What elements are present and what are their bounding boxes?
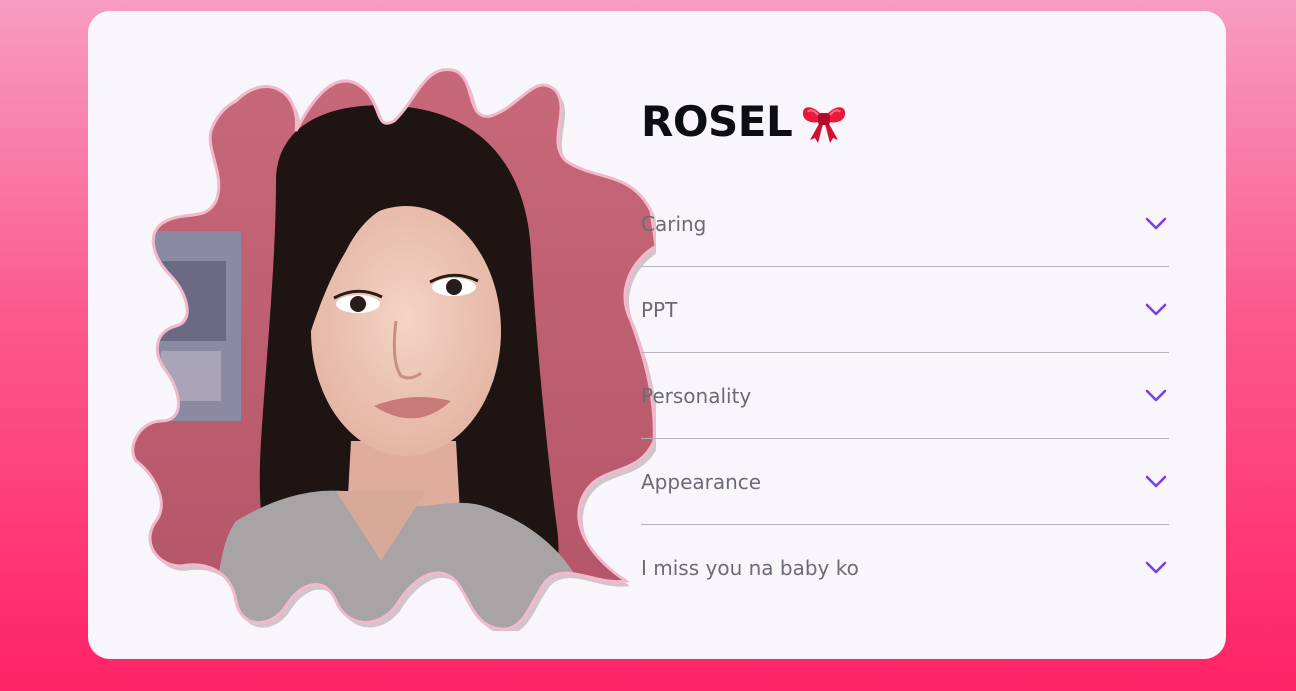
- accordion-item-label: Personality: [641, 383, 752, 408]
- accordion-item-caring[interactable]: Caring: [641, 181, 1169, 267]
- chevron-down-icon[interactable]: [1145, 389, 1169, 403]
- chevron-down-icon[interactable]: [1145, 475, 1169, 489]
- info-accordion: Caring PPT Personality Appearance I miss…: [641, 181, 1169, 610]
- accordion-item-appearance[interactable]: Appearance: [641, 439, 1169, 525]
- accordion-item-miss-you[interactable]: I miss you na baby ko: [641, 525, 1169, 610]
- chevron-down-icon[interactable]: [1145, 303, 1169, 317]
- accordion-item-ppt[interactable]: PPT: [641, 267, 1169, 353]
- ribbon-bow-icon: [800, 100, 848, 144]
- accordion-item-label: Appearance: [641, 469, 762, 494]
- accordion-item-label: I miss you na baby ko: [641, 555, 859, 580]
- profile-name: ROSEL: [641, 97, 793, 146]
- accordion-item-label: PPT: [641, 297, 678, 322]
- profile-card: ROSEL Caring PPT Personality Appearance …: [88, 11, 1226, 659]
- profile-header: ROSEL: [641, 96, 848, 148]
- accordion-item-label: Caring: [641, 211, 707, 236]
- chevron-down-icon[interactable]: [1145, 217, 1169, 231]
- profile-photo-splash: [126, 61, 656, 631]
- chevron-down-icon[interactable]: [1145, 561, 1169, 575]
- accordion-item-personality[interactable]: Personality: [641, 353, 1169, 439]
